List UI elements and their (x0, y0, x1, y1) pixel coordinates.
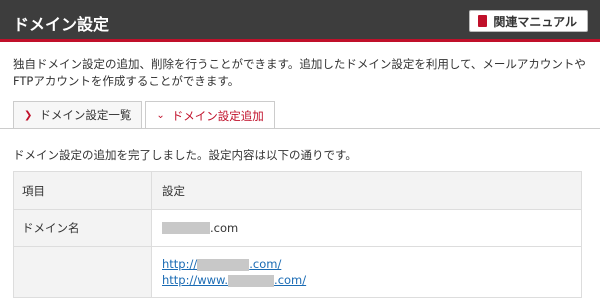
url-links: http:// .com/ http://www. .com/ (152, 247, 581, 297)
link-suffix[interactable]: .com/ (249, 257, 281, 271)
table-header-row: 項目 設定 (14, 172, 581, 210)
settings-table: 項目 設定 ドメイン名 .com http:// .com/ http://www… (13, 171, 582, 298)
redacted-block (228, 274, 275, 287)
chevron-right-icon: ❯ (24, 109, 33, 121)
tab-domain-add[interactable]: ⌄ ドメイン設定追加 (145, 101, 275, 129)
related-manual-button[interactable]: 関連マニュアル (469, 10, 588, 32)
related-manual-label: 関連マニュアル (493, 14, 577, 29)
tab-bar: ❯ ドメイン設定一覧 ⌄ ドメイン設定追加 (13, 101, 278, 129)
link-prefix[interactable]: http:// (162, 257, 197, 271)
url-link-2[interactable]: http://www. .com/ (162, 272, 306, 288)
tab-domain-list[interactable]: ❯ ドメイン設定一覧 (13, 101, 143, 128)
link-prefix[interactable]: http://www. (162, 273, 228, 287)
tab-divider (0, 128, 600, 129)
tab-label: ドメイン設定一覧 (39, 108, 132, 122)
row-label: ドメイン名 (14, 210, 152, 246)
chevron-down-icon: ⌄ (156, 110, 165, 121)
page-title: ドメイン設定 (13, 15, 110, 34)
table-row: ドメイン名 .com (14, 210, 581, 247)
header-setting: 設定 (152, 172, 581, 209)
header-item: 項目 (14, 172, 152, 209)
url-link-1[interactable]: http:// .com/ (162, 256, 281, 272)
domain-suffix: .com (210, 221, 239, 235)
redacted-block (162, 222, 210, 234)
domain-name-value: .com (152, 210, 581, 246)
completion-message: ドメイン設定の追加を完了しました。設定内容は以下の通りです。 (13, 148, 357, 162)
page-header: ドメイン設定 関連マニュアル (0, 0, 600, 42)
tab-label: ドメイン設定追加 (171, 108, 264, 123)
book-icon (478, 15, 488, 27)
page-description: 独自ドメイン設定の追加、削除を行うことができます。追加したドメイン設定を利用して… (13, 57, 586, 88)
redacted-block (197, 258, 250, 271)
row-label (14, 247, 152, 297)
link-suffix[interactable]: .com/ (274, 273, 306, 287)
table-row: http:// .com/ http://www. .com/ (14, 247, 581, 297)
